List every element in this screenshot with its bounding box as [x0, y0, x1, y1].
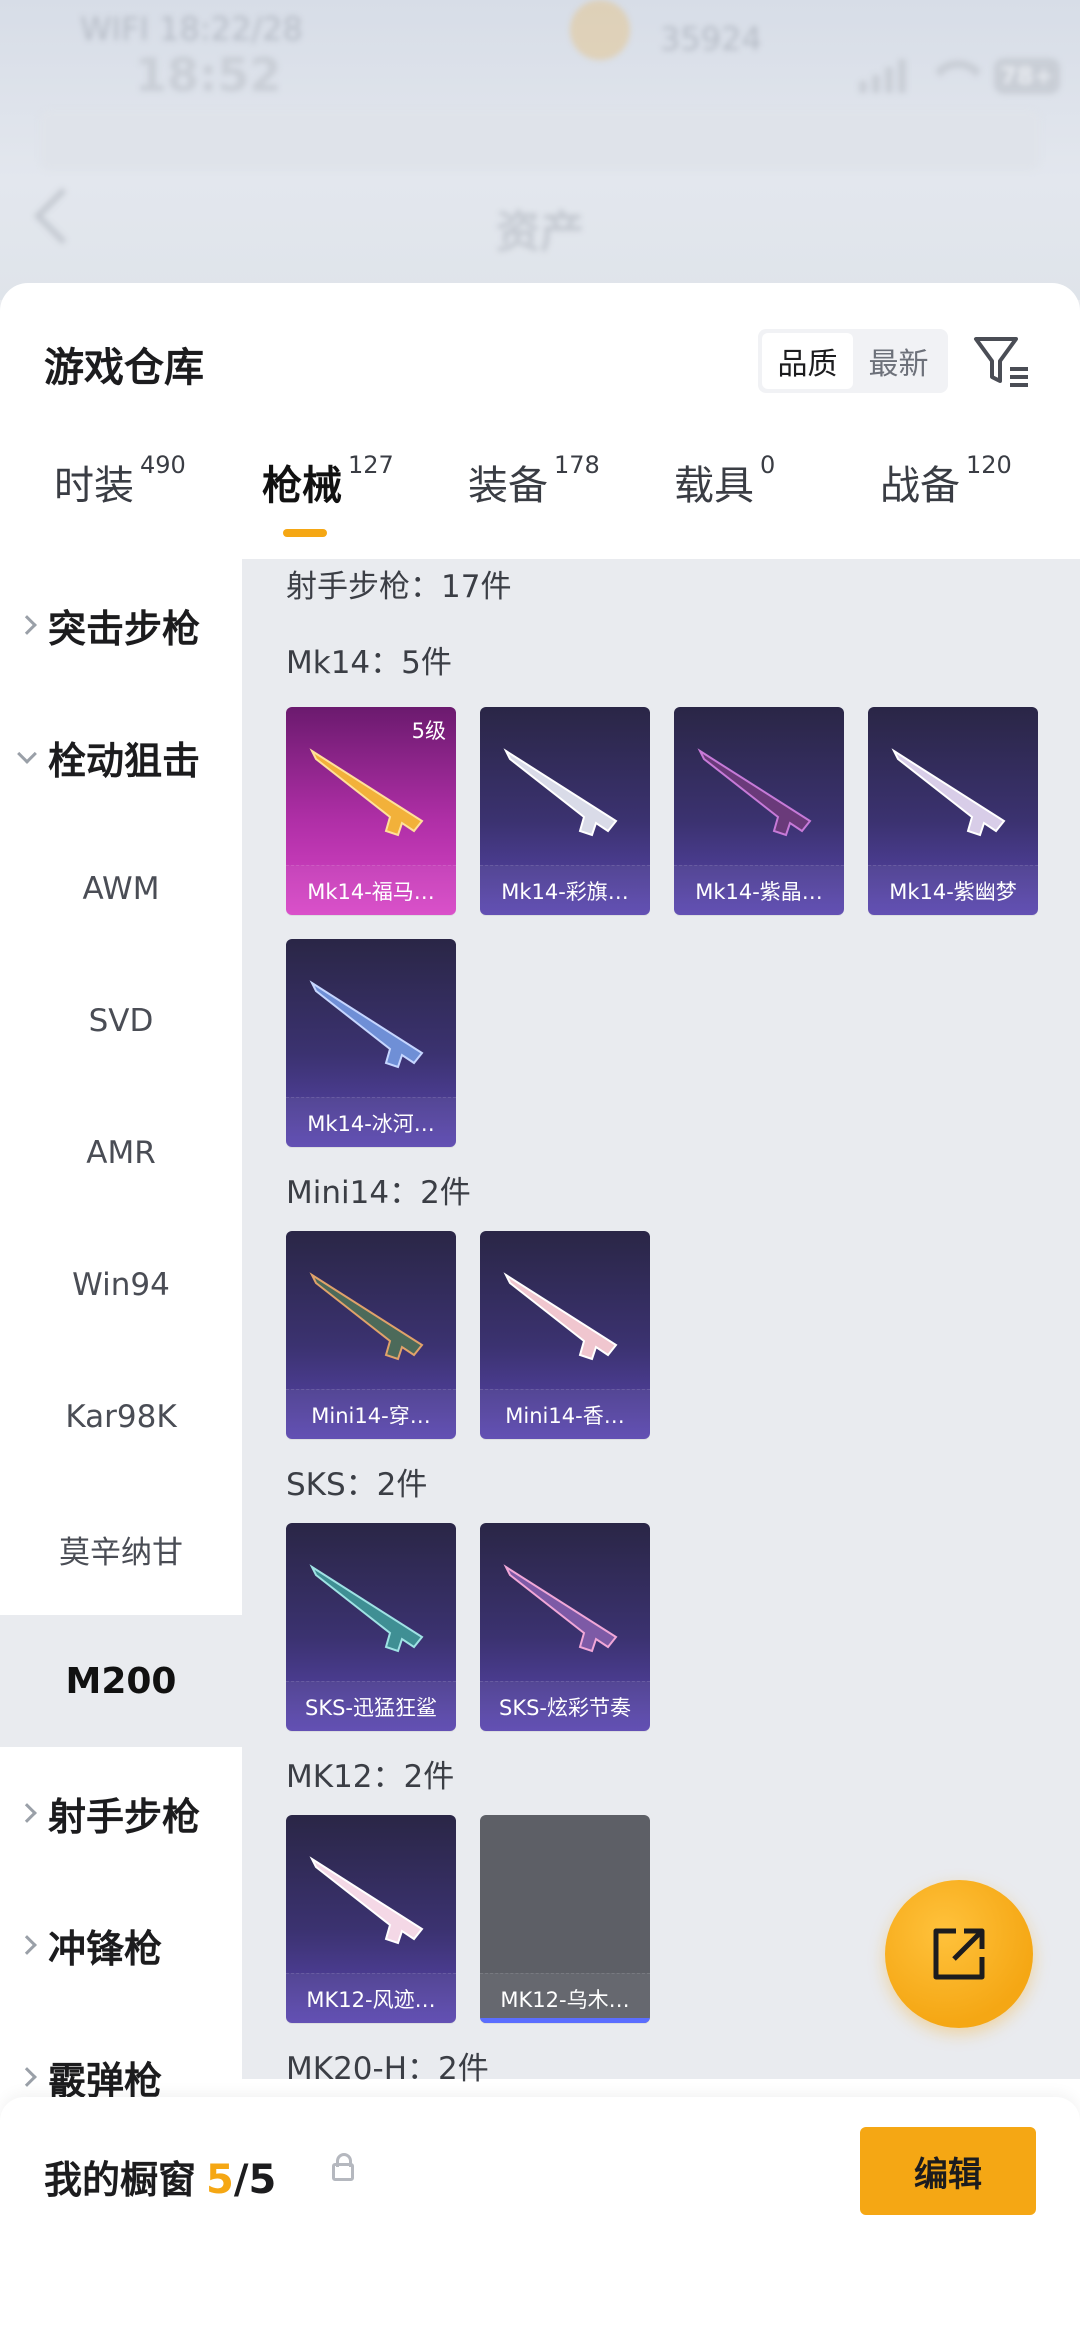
- chevron-right-icon: [17, 1935, 37, 1955]
- rifle-image: [309, 1272, 424, 1361]
- rifle-image: [309, 1564, 424, 1653]
- sheet-title: 游戏仓库: [44, 345, 204, 391]
- sidebar-group-assault-rifle[interactable]: 突击步枪: [0, 559, 242, 691]
- tab-firearms[interactable]: 枪械 127: [262, 451, 394, 511]
- category-tabs: 时装 490 枪械 127 装备 178 载具 0 战备 120: [0, 433, 1080, 543]
- section-title: MK12：2件: [286, 1759, 455, 1795]
- section-title: Mk14：5件: [286, 645, 452, 681]
- sidebar-item-mosin[interactable]: 莫辛纳甘: [0, 1483, 242, 1615]
- tab-vehicles[interactable]: 载具 0: [674, 451, 775, 511]
- rifle-image: [891, 748, 1006, 837]
- tab-equipment[interactable]: 装备 178: [468, 451, 600, 511]
- sort-quality[interactable]: 品质: [762, 333, 853, 389]
- share-external-button[interactable]: [885, 1880, 1033, 2028]
- selected-bar: [480, 2018, 650, 2023]
- sidebar-item-m200[interactable]: M200: [0, 1615, 242, 1747]
- skin-name: Mk14-彩旗…: [480, 865, 650, 915]
- skin-card[interactable]: Mk14-紫幽梦: [868, 707, 1038, 915]
- rifle-image: [503, 1272, 618, 1361]
- chevron-right-icon: [17, 2067, 37, 2087]
- ghost-status-text: WIFI 18:22/28: [80, 10, 303, 48]
- weapon-sidebar: 突击步枪 栓动狙击 AWM SVD AMR Win94 Kar98K 莫辛纳甘 …: [0, 559, 242, 2103]
- skin-name: Mk14-冰河…: [286, 1097, 456, 1147]
- rifle-image: [503, 1564, 618, 1653]
- sidebar-item-amr[interactable]: AMR: [0, 1087, 242, 1219]
- chevron-right-icon: [17, 1803, 37, 1823]
- category-count-header: 射手步枪：17件: [286, 569, 512, 605]
- battery-icon: 78+: [994, 58, 1060, 94]
- rifle-image: [309, 748, 424, 837]
- sidebar-item-awm[interactable]: AWM: [0, 823, 242, 955]
- share-external-icon: [933, 1928, 985, 1980]
- ghost-row: [40, 110, 1040, 170]
- wifi-icon: [928, 60, 972, 92]
- showcase-bar: 我的橱窗 5 /5 编辑: [0, 2097, 1080, 2341]
- section-title: MK20-H：2件: [286, 2051, 489, 2087]
- rifle-image: [697, 748, 812, 837]
- section-title: Mini14：2件: [286, 1175, 471, 1211]
- tab-combat-gear[interactable]: 战备 120: [880, 451, 1012, 511]
- skin-name: Mini14-香…: [480, 1389, 650, 1439]
- skin-name: Mk14-福马…: [286, 865, 456, 915]
- skin-card[interactable]: SKS-迅猛狂鲨: [286, 1523, 456, 1731]
- skin-card[interactable]: MK12-乌木…: [480, 1815, 650, 2023]
- rifle-image: [503, 748, 618, 837]
- showcase-current: 5: [206, 2157, 234, 2203]
- filter-icon[interactable]: [972, 331, 1032, 391]
- sidebar-item-kar98k[interactable]: Kar98K: [0, 1351, 242, 1483]
- section-title: SKS：2件: [286, 1467, 428, 1503]
- lock-icon: [332, 2153, 354, 2181]
- skin-card[interactable]: Mk14-冰河…: [286, 939, 456, 1147]
- rifle-image: [309, 980, 424, 1069]
- ghost-logo: [570, 0, 630, 60]
- skin-card[interactable]: MK12-风迹…: [286, 1815, 456, 2023]
- sort-toggle[interactable]: 品质 最新: [758, 329, 948, 393]
- skin-name: MK12-乌木…: [480, 1973, 650, 2023]
- skin-card[interactable]: Mk14-彩旗…: [480, 707, 650, 915]
- chevron-down-icon: [17, 744, 37, 764]
- skin-name: SKS-迅猛狂鲨: [286, 1681, 456, 1731]
- skin-grid: 射手步枪：17件 Mk14：5件 5级 Mk14-福马… Mk14-彩旗… Mk…: [242, 559, 1080, 2087]
- sidebar-item-svd[interactable]: SVD: [0, 955, 242, 1087]
- sidebar-item-win94[interactable]: Win94: [0, 1219, 242, 1351]
- status-icons: 78+: [859, 58, 1060, 94]
- skin-name: Mk14-紫晶…: [674, 865, 844, 915]
- sidebar-group-marksman[interactable]: 射手步枪: [0, 1747, 242, 1879]
- skin-card[interactable]: SKS-炫彩节奏: [480, 1523, 650, 1731]
- active-tab-indicator: [283, 529, 327, 537]
- edit-button[interactable]: 编辑: [860, 2127, 1036, 2215]
- skin-card[interactable]: Mini14-香…: [480, 1231, 650, 1439]
- signal-icon: [859, 59, 906, 93]
- skin-card[interactable]: 5级 Mk14-福马…: [286, 707, 456, 915]
- blurred-header: WIFI 18:22/28 35924 18:52 78+ 资产: [0, 0, 1080, 300]
- skin-name: MK12-风迹…: [286, 1973, 456, 2023]
- status-time: 18:52: [135, 48, 282, 102]
- ghost-count: 35924: [660, 20, 762, 58]
- skin-card[interactable]: Mk14-紫晶…: [674, 707, 844, 915]
- warehouse-sheet: 游戏仓库 品质 最新 时装 490 枪械 127 装备 178 载具 0 战备 …: [0, 283, 1080, 2341]
- sidebar-group-smg[interactable]: 冲锋枪: [0, 1879, 242, 2011]
- sort-newest[interactable]: 最新: [853, 333, 944, 389]
- showcase-total: /5: [233, 2157, 277, 2203]
- tab-fashion[interactable]: 时装 490: [54, 451, 186, 511]
- skin-name: SKS-炫彩节奏: [480, 1681, 650, 1731]
- chevron-right-icon: [17, 615, 37, 635]
- rifle-image: [309, 1856, 424, 1945]
- nav-title: 资产: [496, 207, 584, 258]
- skin-name: Mk14-紫幽梦: [868, 865, 1038, 915]
- sidebar-group-bolt-sniper[interactable]: 栓动狙击: [0, 691, 242, 823]
- skin-card[interactable]: Mini14-穿…: [286, 1231, 456, 1439]
- skin-name: Mini14-穿…: [286, 1389, 456, 1439]
- showcase-title: 我的橱窗 5 /5: [44, 2157, 277, 2203]
